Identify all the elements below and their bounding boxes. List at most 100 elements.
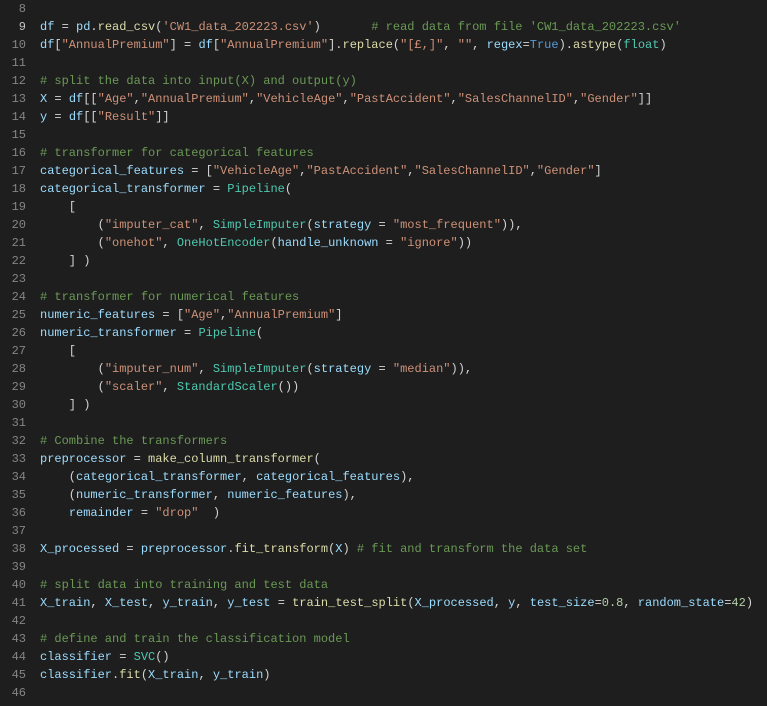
token: , <box>472 38 486 52</box>
token: ) <box>659 38 666 52</box>
token: [ <box>54 38 61 52</box>
token: "imputer_num" <box>105 362 199 376</box>
code-line[interactable]: (numeric_transformer, numeric_features), <box>40 486 767 504</box>
code-line[interactable] <box>40 270 767 288</box>
code-line[interactable]: # split data into training and test data <box>40 576 767 594</box>
code-line[interactable]: classifier = SVC() <box>40 648 767 666</box>
code-line[interactable]: [ <box>40 198 767 216</box>
token: "drop" <box>155 506 198 520</box>
token: # transformer for categorical features <box>40 146 314 160</box>
code-line[interactable]: categorical_transformer = Pipeline( <box>40 180 767 198</box>
token: [[ <box>83 110 97 124</box>
token: , <box>198 218 212 232</box>
token: numeric_transformer <box>76 488 213 502</box>
line-number: 40 <box>0 576 26 594</box>
line-number: 24 <box>0 288 26 306</box>
line-number: 45 <box>0 666 26 684</box>
line-number: 37 <box>0 522 26 540</box>
code-line[interactable] <box>40 54 767 72</box>
token: "scaler" <box>105 380 163 394</box>
code-line[interactable]: # transformer for categorical features <box>40 144 767 162</box>
code-line[interactable]: # define and train the classification mo… <box>40 630 767 648</box>
code-line[interactable] <box>40 684 767 702</box>
code-line[interactable]: preprocessor = make_column_transformer( <box>40 450 767 468</box>
line-number: 46 <box>0 684 26 702</box>
code-line[interactable]: classifier.fit(X_train, y_train) <box>40 666 767 684</box>
token: X_processed <box>40 542 119 556</box>
code-line[interactable]: numeric_features = ["Age","AnnualPremium… <box>40 306 767 324</box>
token: [ <box>40 200 76 214</box>
token: "AnnualPremium" <box>141 92 249 106</box>
code-line[interactable]: # transformer for numerical features <box>40 288 767 306</box>
code-line[interactable]: # split the data into input(X) and outpu… <box>40 72 767 90</box>
code-line[interactable]: ("onehot", OneHotEncoder(handle_unknown … <box>40 234 767 252</box>
token: , <box>623 596 637 610</box>
token: 0.8 <box>602 596 624 610</box>
line-number: 12 <box>0 72 26 90</box>
token: ), <box>400 470 414 484</box>
token: ()) <box>278 380 300 394</box>
code-line[interactable] <box>40 558 767 576</box>
code-line[interactable] <box>40 522 767 540</box>
token: ( <box>141 668 148 682</box>
token: = <box>595 596 602 610</box>
token: "Gender" <box>537 164 595 178</box>
code-line[interactable]: y = df[["Result"]] <box>40 108 767 126</box>
code-line[interactable]: ] ) <box>40 252 767 270</box>
token: regex <box>487 38 523 52</box>
code-line[interactable]: X_train, X_test, y_train, y_test = train… <box>40 594 767 612</box>
line-number: 10 <box>0 36 26 54</box>
line-number: 30 <box>0 396 26 414</box>
code-editor[interactable]: 8910111213141516171819202122232425262728… <box>0 0 767 706</box>
token: )), <box>501 218 523 232</box>
token: , <box>242 470 256 484</box>
token: # split data into training and test data <box>40 578 328 592</box>
line-number: 14 <box>0 108 26 126</box>
code-line[interactable]: categorical_features = ["VehicleAge","Pa… <box>40 162 767 180</box>
line-number: 31 <box>0 414 26 432</box>
code-line[interactable]: numeric_transformer = Pipeline( <box>40 324 767 342</box>
code-line[interactable]: (categorical_transformer, categorical_fe… <box>40 468 767 486</box>
line-number: 8 <box>0 0 26 18</box>
code-line[interactable]: ("scaler", StandardScaler()) <box>40 378 767 396</box>
code-line[interactable]: ("imputer_cat", SimpleImputer(strategy =… <box>40 216 767 234</box>
code-line[interactable]: X_processed = preprocessor.fit_transform… <box>40 540 767 558</box>
token: 'CW1_data_202223.csv' <box>162 20 313 34</box>
token: SimpleImputer <box>213 218 307 232</box>
token: True <box>530 38 559 52</box>
code-line[interactable]: remainder = "drop" ) <box>40 504 767 522</box>
token: y_test <box>227 596 270 610</box>
code-line[interactable]: # Combine the transformers <box>40 432 767 450</box>
token: ( <box>306 218 313 232</box>
code-area[interactable]: df = pd.read_csv('CW1_data_202223.csv') … <box>40 0 767 706</box>
token: random_state <box>638 596 724 610</box>
code-line[interactable] <box>40 0 767 18</box>
token: ( <box>40 362 105 376</box>
code-line[interactable]: ("imputer_num", SimpleImputer(strategy =… <box>40 360 767 378</box>
token: ) <box>198 506 220 520</box>
token: df <box>40 20 54 34</box>
code-line[interactable]: df = pd.read_csv('CW1_data_202223.csv') … <box>40 18 767 36</box>
code-line[interactable] <box>40 414 767 432</box>
code-line[interactable]: df["AnnualPremium"] = df["AnnualPremium"… <box>40 36 767 54</box>
token: # define and train the classification mo… <box>40 632 350 646</box>
token: ( <box>40 488 76 502</box>
token: "AnnualPremium" <box>227 308 335 322</box>
token: , <box>90 596 104 610</box>
line-number: 26 <box>0 324 26 342</box>
token: ), <box>342 488 356 502</box>
token: ( <box>285 182 292 196</box>
code-line[interactable]: [ <box>40 342 767 360</box>
line-number: 25 <box>0 306 26 324</box>
token: "PastAccident" <box>306 164 407 178</box>
code-line[interactable]: ] ) <box>40 396 767 414</box>
code-line[interactable] <box>40 126 767 144</box>
code-line[interactable] <box>40 612 767 630</box>
token: . <box>90 20 97 34</box>
token: 42 <box>731 596 745 610</box>
code-line[interactable]: X = df[["Age","AnnualPremium","VehicleAg… <box>40 90 767 108</box>
line-number: 13 <box>0 90 26 108</box>
token: df <box>198 38 212 52</box>
token: "imputer_cat" <box>105 218 199 232</box>
token: # split the data into input(X) and outpu… <box>40 74 357 88</box>
